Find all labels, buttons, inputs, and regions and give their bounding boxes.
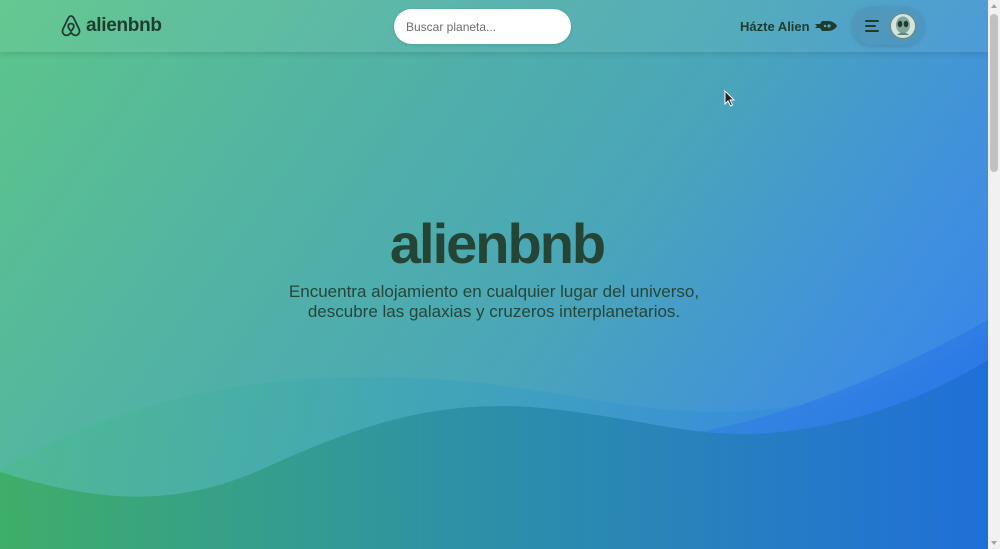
page-scrollbar[interactable] — [988, 0, 1000, 549]
search-input[interactable] — [394, 9, 571, 44]
become-host-label: Házte Alien — [740, 18, 810, 34]
scroll-up-arrow-icon[interactable] — [991, 4, 997, 8]
scroll-down-arrow-icon[interactable] — [991, 541, 997, 545]
spaceship-icon — [814, 21, 837, 31]
alien-avatar-icon — [890, 13, 916, 39]
hero-subtitle-line-2: descubre las galaxias y cruzeros interpl… — [307, 302, 681, 321]
hero-subtitle: Encuentra alojamiento en cualquier lugar… — [0, 282, 988, 322]
hero-subtitle-line-1: Encuentra alojamiento en cualquier lugar… — [288, 282, 700, 301]
mouse-cursor-icon — [724, 90, 736, 107]
airbnb-logo-icon — [61, 15, 81, 37]
brand-name: alienbnb — [86, 15, 162, 36]
user-menu-button[interactable] — [852, 7, 924, 45]
hamburger-menu-icon — [865, 20, 879, 32]
top-navbar: alienbnb Házte Alien — [0, 0, 988, 52]
scrollbar-thumb[interactable] — [990, 14, 998, 172]
brand-logo[interactable]: alienbnb — [60, 14, 162, 38]
hero-title: alienbnb — [389, 212, 606, 275]
hero-page: alienbnb Házte Alien — [0, 0, 1000, 549]
become-host-link[interactable]: Házte Alien — [740, 16, 838, 36]
